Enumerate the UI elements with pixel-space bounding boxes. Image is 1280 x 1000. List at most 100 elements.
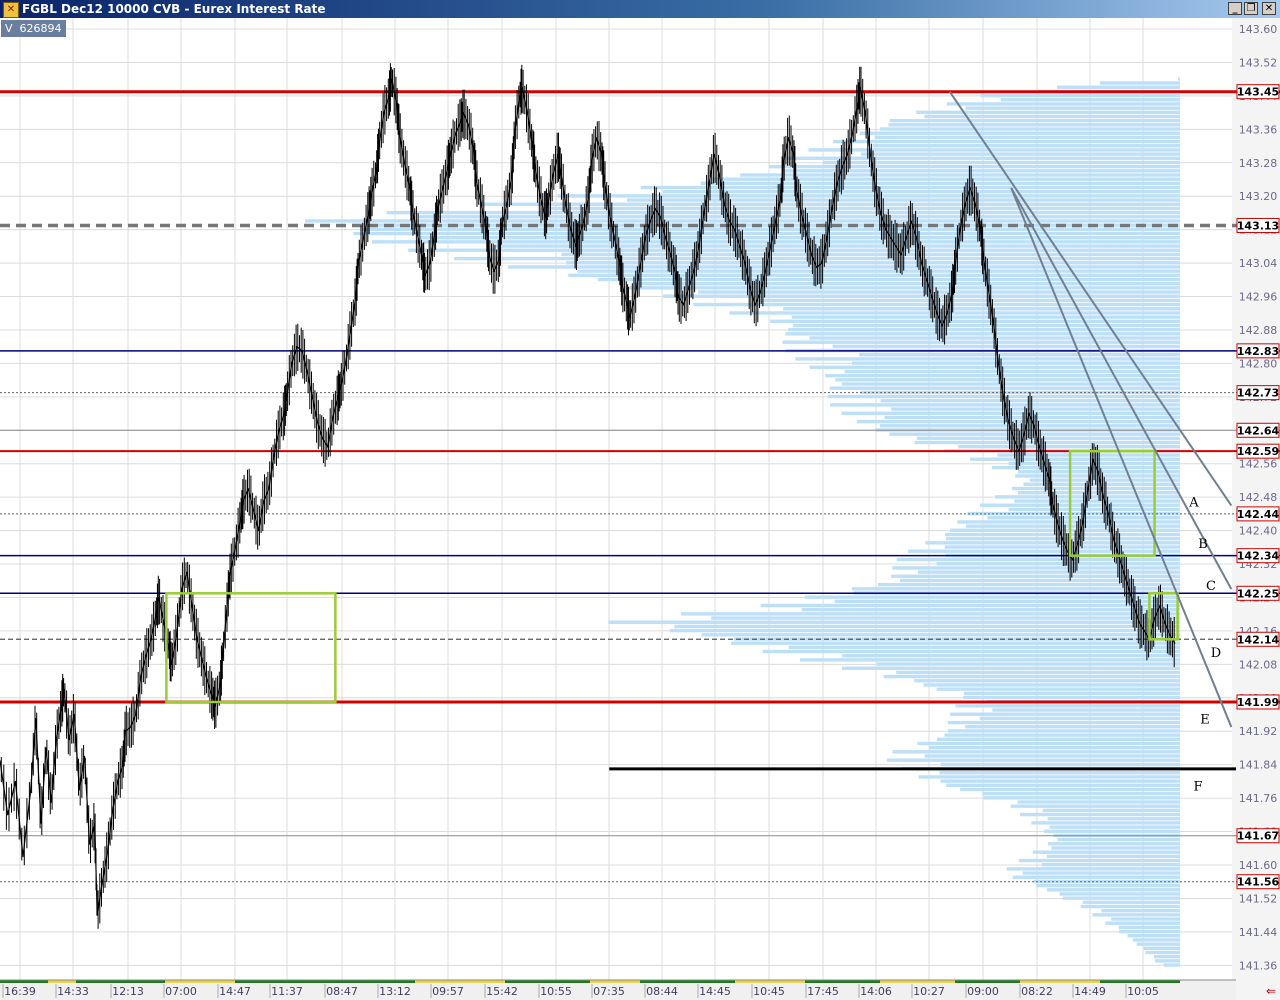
volume-profile-bar: [740, 173, 1180, 177]
x-tick-label: 10:05: [1127, 985, 1159, 998]
volume-profile-bar: [480, 202, 1180, 206]
volume-profile-bar: [835, 378, 1180, 382]
x-tick-label: 17:45: [807, 985, 839, 998]
volume-profile-bar: [1059, 892, 1180, 896]
volume-profile-bar: [408, 248, 1180, 252]
y-tick-label: 143.60: [1239, 23, 1278, 36]
volume-profile-bar: [980, 503, 1180, 507]
volume-profile-bar: [861, 152, 1180, 156]
volume-profile-bar: [883, 674, 1180, 679]
volume-profile-bar: [907, 549, 1180, 553]
volume-profile-bar: [1032, 850, 1180, 854]
volume-profile-bar: [680, 612, 1180, 616]
volume-profile-bar: [597, 277, 1180, 282]
volume-profile-bar: [833, 139, 1180, 144]
volume-profile-bar: [970, 457, 1180, 461]
level-tag-label: 142.14: [1237, 633, 1280, 646]
x-tick-label: 07:00: [165, 985, 197, 998]
volume-profile-bar: [669, 628, 1180, 633]
volume-profile-bar: [948, 729, 1180, 733]
volume-profile-bar: [925, 541, 1180, 545]
volume-profile-bar: [892, 566, 1180, 570]
volume-profile-bar: [1111, 917, 1180, 921]
annotation-label: D: [1211, 646, 1221, 661]
volume-profile-bar: [955, 704, 1180, 708]
level-tag-label: 143.13: [1237, 219, 1279, 232]
y-tick-label: 141.60: [1239, 859, 1278, 872]
y-tick-label: 141.36: [1239, 959, 1278, 972]
y-tick-label: 141.76: [1239, 792, 1278, 805]
volume-profile-bar: [1044, 829, 1180, 833]
volume-profile-bar: [1155, 959, 1180, 963]
volume-profile-bar: [923, 683, 1180, 687]
volume-profile-bar: [371, 240, 1180, 244]
volume-profile-bar: [992, 708, 1180, 712]
volume-profile-bar: [940, 779, 1180, 783]
close-button[interactable]: ✕: [1262, 2, 1276, 15]
volume-profile-bar: [950, 712, 1180, 716]
volume-profile-bar: [859, 353, 1180, 357]
x-tick-label: 16:39: [4, 985, 36, 998]
volume-profile-bar: [983, 796, 1180, 800]
x-tick-label: 08:47: [326, 985, 358, 998]
volume-profile-bar: [832, 344, 1180, 349]
volume-profile-bar: [608, 620, 1180, 624]
level-tag-label: 142.59: [1237, 445, 1279, 458]
volume-profile-bar: [568, 273, 1180, 278]
volume-profile-bar: [900, 578, 1180, 583]
volume-profile-bar: [662, 294, 1180, 298]
price-chart[interactable]: ABCDEF143.60143.52143.44143.36143.28143.…: [0, 18, 1280, 1000]
x-tick-label: 09:00: [967, 985, 999, 998]
volume-profile-bar: [1092, 913, 1180, 917]
y-tick-label: 142.08: [1239, 658, 1278, 671]
volume-profile-bar: [872, 144, 1180, 148]
y-tick-label: 142.40: [1239, 525, 1278, 538]
level-tag-label: 142.44: [1237, 508, 1280, 521]
minimize-button[interactable]: _: [1228, 2, 1242, 15]
restore-button[interactable]: ❐: [1244, 2, 1258, 15]
volume-profile-bar: [916, 110, 1180, 114]
volume-profile-bar: [939, 771, 1180, 775]
volume-profile-bar: [946, 102, 1180, 106]
volume-profile-bar: [1036, 883, 1180, 888]
volume-profile-bar: [1118, 925, 1180, 930]
volume-profile-bar: [1127, 934, 1180, 938]
volume-profile-bar: [891, 574, 1180, 578]
x-tick-label: 14:06: [860, 985, 892, 998]
volume-profile-bar: [944, 733, 1180, 737]
volume-profile-bar: [1010, 804, 1180, 808]
volume-profile-bar: [947, 720, 1180, 725]
volume-profile-bar: [804, 595, 1180, 599]
volume-profile-bar: [808, 148, 1180, 152]
level-tag-label: 142.73: [1237, 387, 1279, 400]
volume-profile-bar: [788, 327, 1180, 332]
volume-profile-bar: [963, 691, 1180, 696]
volume-profile-bar: [420, 236, 1181, 240]
volume-profile-bar: [1048, 842, 1180, 846]
volume-profile-bar: [1029, 478, 1180, 482]
volume-profile-bar: [1119, 929, 1180, 934]
volume-profile-bar: [982, 791, 1180, 796]
scroll-left-arrow-icon[interactable]: ⇐: [1266, 985, 1276, 997]
volume-profile-bar: [960, 787, 1180, 792]
x-tick-label: 08:44: [646, 985, 678, 998]
volume-label: V: [5, 22, 13, 35]
volume-profile-bar: [418, 215, 1180, 219]
volume-profile-bar: [1006, 867, 1180, 871]
annotation-label: E: [1200, 713, 1210, 728]
volume-profile-bar: [769, 164, 1180, 169]
x-tick-label: 13:12: [379, 985, 411, 998]
volume-profile-bar: [1018, 858, 1180, 863]
volume-profile-bar: [1101, 908, 1180, 913]
y-tick-label: 142.48: [1239, 491, 1278, 504]
volume-profile-bar: [731, 641, 1180, 645]
volume-profile-bar: [965, 106, 1180, 110]
volume-profile-bar: [914, 440, 1180, 445]
volume-profile-bar: [859, 131, 1180, 135]
volume-profile-bar: [795, 357, 1180, 361]
y-tick-label: 142.80: [1239, 357, 1278, 370]
volume-profile-bar: [936, 562, 1180, 566]
volume-profile-bar: [1046, 854, 1180, 859]
volume-profile-bar: [561, 252, 1180, 257]
volume-profile-bar: [851, 587, 1180, 591]
